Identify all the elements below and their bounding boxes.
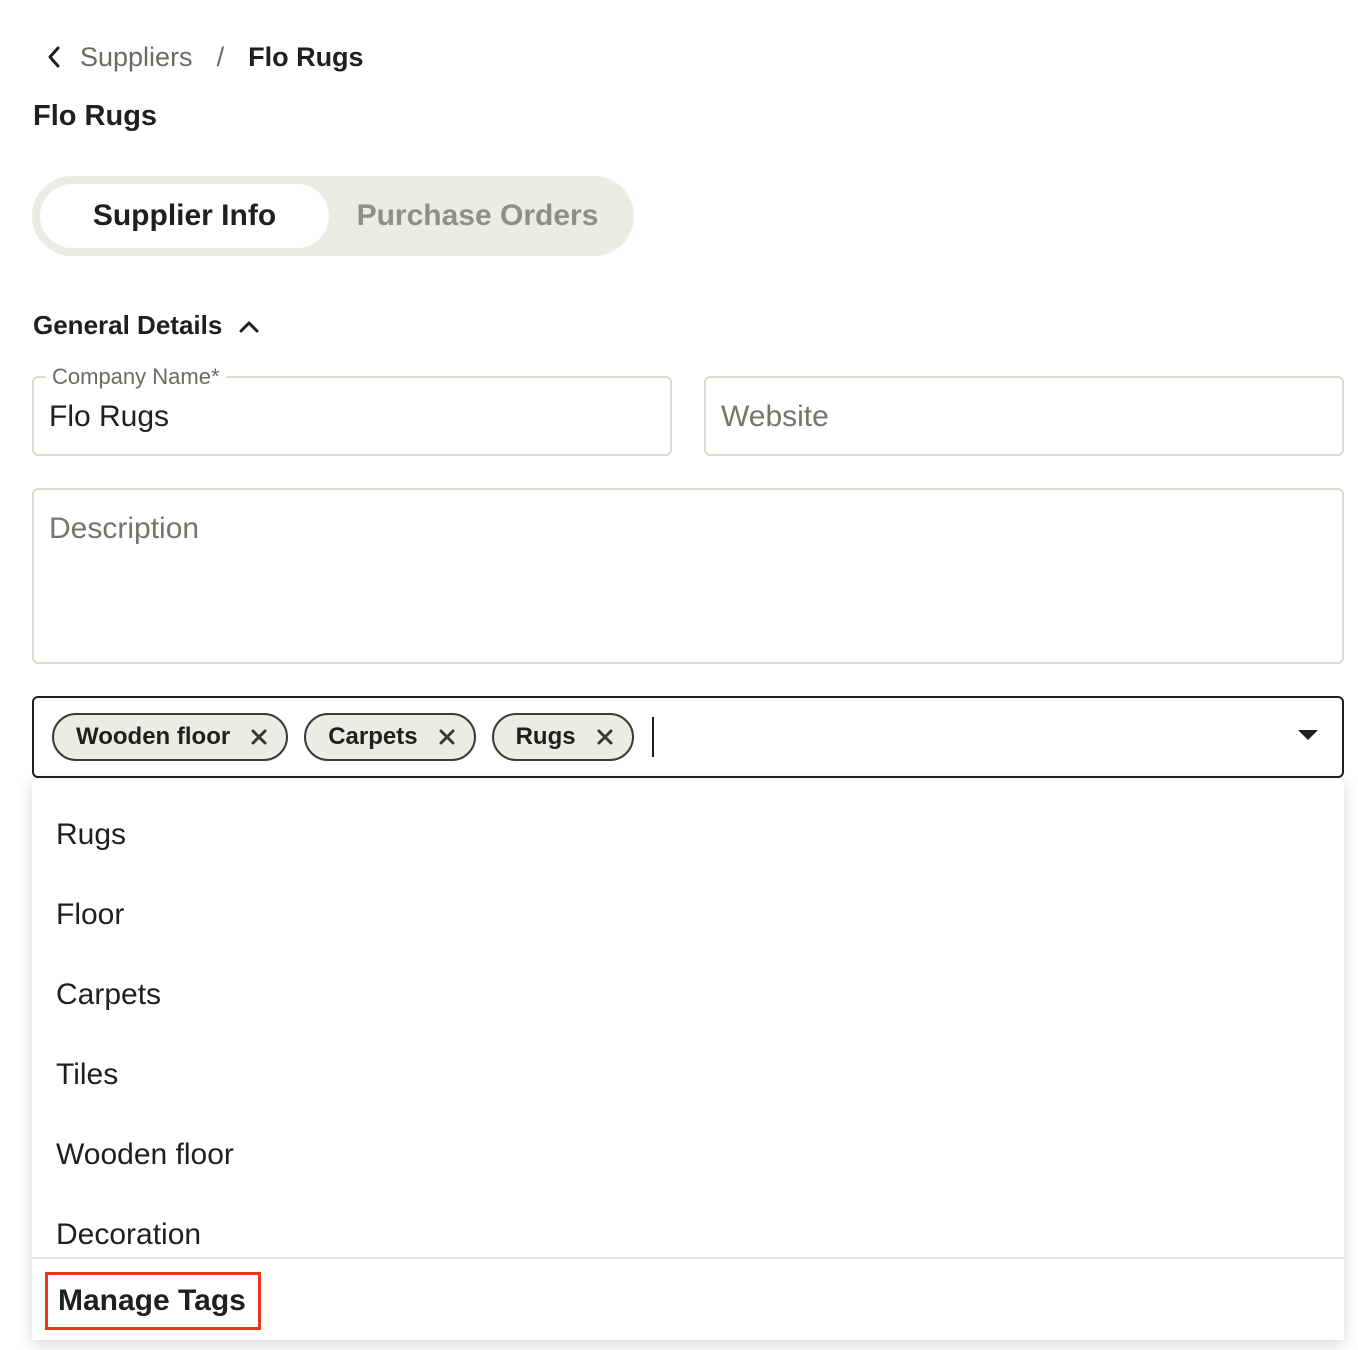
tag-chip-rugs: Rugs — [491, 713, 634, 761]
tab-switcher: Supplier Info Purchase Orders — [32, 176, 634, 256]
description-placeholder: Description — [49, 512, 200, 545]
back-chevron-icon[interactable] — [40, 36, 68, 78]
general-details-toggle[interactable]: General Details — [33, 306, 260, 344]
tag-chip-carpets: Carpets — [304, 713, 476, 761]
tags-dropdown-menu: Rugs Floor Carpets Tiles Wooden floor De… — [32, 780, 1344, 1340]
supplier-detail-page: Suppliers / Flo Rugs Flo Rugs Supplier I… — [0, 0, 1358, 1350]
menu-option-floor[interactable]: Floor — [56, 890, 124, 940]
tag-chip-label: Wooden floor — [76, 723, 231, 750]
breadcrumb: Suppliers / Flo Rugs — [40, 36, 364, 78]
menu-option-decoration[interactable]: Decoration — [56, 1210, 201, 1260]
tag-chip-label: Rugs — [515, 723, 576, 750]
dropdown-arrow-icon[interactable] — [1296, 728, 1320, 742]
menu-option-wooden-floor[interactable]: Wooden floor — [56, 1130, 234, 1180]
remove-tag-icon[interactable] — [248, 726, 270, 748]
description-field[interactable]: Description — [32, 488, 1344, 664]
tab-purchase-orders[interactable]: Purchase Orders — [329, 184, 626, 248]
company-name-label: Company Name* — [46, 364, 226, 390]
tags-select[interactable]: Wooden floor Carpets Rugs — [32, 696, 1344, 778]
tab-supplier-info[interactable]: Supplier Info — [40, 184, 329, 248]
menu-divider — [32, 1257, 1344, 1259]
menu-option-carpets[interactable]: Carpets — [56, 970, 161, 1020]
remove-tag-icon[interactable] — [436, 726, 458, 748]
page-title: Flo Rugs — [33, 100, 158, 132]
tag-chip-wooden-floor: Wooden floor — [52, 713, 289, 761]
chevron-up-icon — [238, 310, 260, 341]
menu-option-rugs[interactable]: Rugs — [56, 810, 126, 860]
text-cursor — [651, 717, 654, 757]
breadcrumb-suppliers-link[interactable]: Suppliers — [80, 42, 193, 73]
section-title: General Details — [33, 309, 223, 340]
manage-tags-button[interactable]: Manage Tags — [45, 1272, 261, 1330]
tag-chip-label: Carpets — [328, 723, 418, 750]
menu-option-tiles[interactable]: Tiles — [56, 1050, 118, 1100]
company-name-field[interactable]: Company Name* Flo Rugs — [32, 364, 672, 456]
breadcrumb-separator: / — [216, 41, 225, 72]
remove-tag-icon[interactable] — [594, 726, 616, 748]
website-field[interactable]: Website — [704, 376, 1344, 456]
breadcrumb-current: Flo Rugs — [248, 41, 364, 72]
company-name-value: Flo Rugs — [49, 400, 170, 433]
website-placeholder: Website — [721, 400, 829, 433]
